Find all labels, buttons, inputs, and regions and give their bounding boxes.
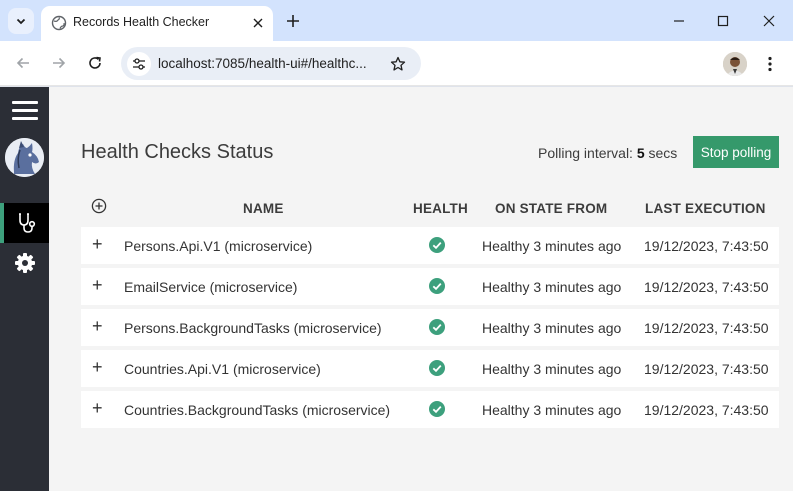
stop-polling-button[interactable]: Stop polling bbox=[693, 136, 779, 168]
row-on-state-from: Healthy 3 minutes ago bbox=[482, 279, 622, 295]
row-last-execution: 19/12/2023, 7:43:50 bbox=[644, 402, 769, 418]
row-name: Countries.BackgroundTasks (microservice) bbox=[124, 402, 391, 418]
expand-row-button[interactable]: + bbox=[92, 235, 103, 253]
reload-button[interactable] bbox=[82, 50, 108, 76]
row-on-state-from: Healthy 3 minutes ago bbox=[482, 361, 622, 377]
column-header-health: HEALTH bbox=[413, 201, 468, 216]
health-checks-table: NAME HEALTH ON STATE FROM LAST EXECUTION… bbox=[81, 189, 779, 432]
polling-value: 5 bbox=[636, 145, 645, 161]
column-header-name: NAME bbox=[243, 201, 284, 216]
tune-icon bbox=[133, 58, 145, 70]
row-name: Persons.Api.V1 (microservice) bbox=[124, 238, 313, 254]
app-logo bbox=[5, 138, 44, 177]
check-circle-icon bbox=[429, 319, 445, 335]
check-circle-icon bbox=[429, 278, 445, 294]
avatar bbox=[723, 52, 747, 76]
page-title: Health Checks Status bbox=[81, 141, 274, 163]
minimize-icon bbox=[674, 20, 684, 22]
maximize-icon bbox=[717, 15, 729, 27]
tab-search-button[interactable] bbox=[8, 8, 34, 34]
table-row[interactable]: + Persons.Api.V1 (microservice) Healthy … bbox=[81, 227, 779, 264]
gear-icon bbox=[14, 253, 35, 273]
expand-row-button[interactable]: + bbox=[92, 276, 103, 294]
browser-menu-button[interactable] bbox=[760, 51, 780, 77]
column-header-last-execution: LAST EXECUTION bbox=[645, 201, 766, 216]
stethoscope-icon bbox=[18, 213, 35, 233]
row-last-execution: 19/12/2023, 7:43:50 bbox=[644, 361, 769, 377]
row-last-execution: 19/12/2023, 7:43:50 bbox=[644, 238, 769, 254]
reload-icon bbox=[89, 56, 101, 69]
sidebar bbox=[0, 87, 49, 491]
table-row[interactable]: + EmailService (microservice) Healthy 3 … bbox=[81, 268, 779, 305]
row-on-state-from: Healthy 3 minutes ago bbox=[482, 402, 622, 418]
browser-tab-active[interactable]: Records Health Checker bbox=[41, 6, 273, 41]
column-header-on-state-from: ON STATE FROM bbox=[495, 201, 608, 216]
table-row[interactable]: + Persons.BackgroundTasks (microservice)… bbox=[81, 309, 779, 346]
bookmark-button[interactable] bbox=[386, 52, 410, 76]
maximize-button[interactable] bbox=[710, 8, 736, 34]
url-text: localhost:7085/health-ui#/healthc... bbox=[158, 56, 367, 71]
sidebar-item-health-checks[interactable] bbox=[0, 203, 49, 243]
expand-row-button[interactable]: + bbox=[92, 358, 103, 376]
row-on-state-from: Healthy 3 minutes ago bbox=[482, 320, 622, 336]
back-button[interactable] bbox=[10, 50, 36, 76]
more-vert-icon bbox=[768, 56, 772, 72]
globe-icon bbox=[51, 15, 67, 31]
star-icon bbox=[390, 56, 406, 71]
polling-label: Polling interval: bbox=[538, 145, 637, 161]
address-bar[interactable]: localhost:7085/health-ui#/healthc... bbox=[121, 47, 421, 80]
row-name: Persons.BackgroundTasks (microservice) bbox=[124, 320, 382, 336]
new-tab-button[interactable] bbox=[282, 10, 304, 32]
hamburger-menu-icon[interactable] bbox=[12, 101, 38, 121]
close-window-button[interactable] bbox=[756, 8, 782, 34]
table-header: NAME HEALTH ON STATE FROM LAST EXECUTION bbox=[81, 189, 779, 227]
row-last-execution: 19/12/2023, 7:43:50 bbox=[644, 279, 769, 295]
row-on-state-from: Healthy 3 minutes ago bbox=[482, 238, 622, 254]
check-circle-icon bbox=[429, 237, 445, 253]
arrow-left-icon bbox=[16, 57, 29, 69]
minimize-button[interactable] bbox=[666, 8, 692, 34]
row-name: Countries.Api.V1 (microservice) bbox=[124, 361, 321, 377]
row-last-execution: 19/12/2023, 7:43:50 bbox=[644, 320, 769, 336]
add-circle-icon[interactable] bbox=[91, 198, 107, 214]
expand-row-button[interactable]: + bbox=[92, 399, 103, 417]
main-content: Health Checks Status Polling interval: 5… bbox=[49, 87, 793, 491]
polling-interval: Polling interval: 5 secs bbox=[538, 145, 677, 161]
expand-row-button[interactable]: + bbox=[92, 317, 103, 335]
polling-unit: secs bbox=[644, 145, 678, 161]
check-circle-icon bbox=[429, 360, 445, 376]
table-row[interactable]: + Countries.BackgroundTasks (microservic… bbox=[81, 391, 779, 428]
close-icon bbox=[763, 15, 775, 27]
sidebar-item-settings[interactable] bbox=[0, 243, 49, 283]
site-info-button[interactable] bbox=[127, 52, 151, 76]
plus-icon bbox=[287, 15, 299, 27]
check-circle-icon bbox=[429, 401, 445, 417]
browser-tabstrip: Records Health Checker bbox=[0, 0, 793, 41]
close-icon bbox=[253, 18, 263, 28]
tab-close-button[interactable] bbox=[248, 13, 268, 33]
profile-avatar[interactable] bbox=[723, 52, 747, 76]
arrow-right-icon bbox=[53, 57, 66, 69]
forward-button[interactable] bbox=[46, 50, 72, 76]
chevron-down-icon bbox=[16, 18, 26, 25]
table-row[interactable]: + Countries.Api.V1 (microservice) Health… bbox=[81, 350, 779, 387]
browser-toolbar: localhost:7085/health-ui#/healthc... bbox=[0, 41, 793, 86]
tab-title: Records Health Checker bbox=[73, 15, 210, 29]
row-name: EmailService (microservice) bbox=[124, 279, 298, 295]
